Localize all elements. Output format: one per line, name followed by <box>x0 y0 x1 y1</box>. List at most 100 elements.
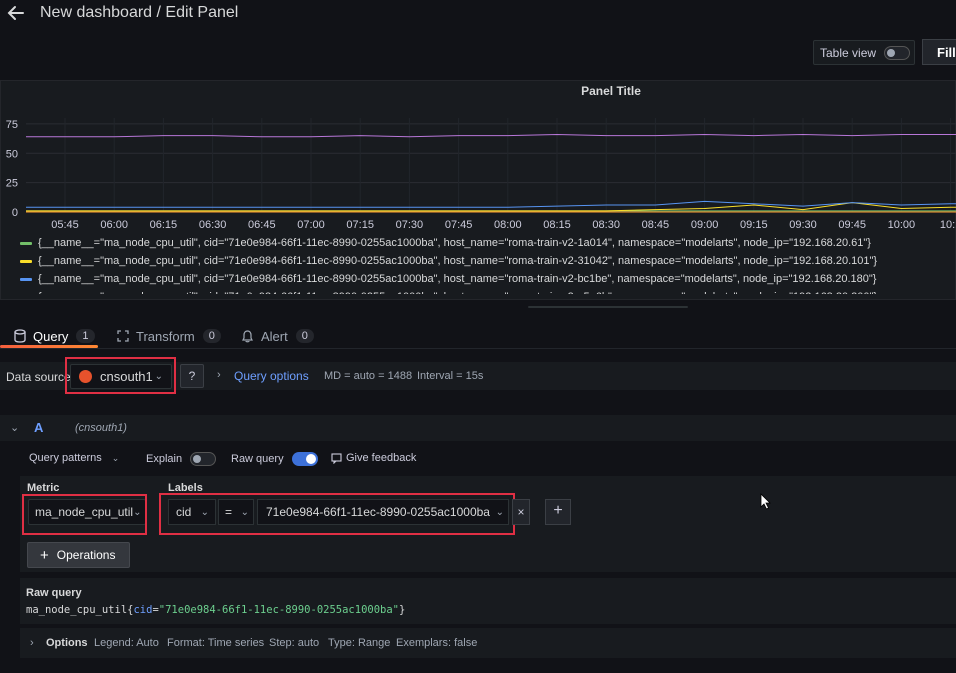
legend-label: {__name__="ma_node_cpu_util", cid="71e0e… <box>38 273 877 285</box>
x-tick-label: 06:00 <box>100 219 128 231</box>
legend-swatch <box>20 259 32 263</box>
x-tick-label: 08:45 <box>642 219 670 231</box>
time-series-chart[interactable]: 0 25 50 75 05:45 06:00 06:15 06:30 06:45 07:00 07:… <box>0 100 956 232</box>
legend-label: {__name__="ma_node_cpu_util", cid="71e0e… <box>38 255 878 267</box>
options-legend: Legend: Auto <box>94 637 159 649</box>
x-tick-label: 07:45 <box>445 219 473 231</box>
query-ref-id[interactable]: A <box>34 420 43 435</box>
highlight-datasource <box>65 357 176 394</box>
y-tick-label: 75 <box>6 119 18 131</box>
table-view-label: Table view <box>820 45 877 60</box>
legend-label: {__name__="ma_node_cpu_util", cid="71e0e… <box>38 237 871 249</box>
x-tick-label: 08:30 <box>592 219 620 231</box>
raw-query-panel <box>20 578 956 624</box>
query-options-md: MD = auto = 1488 <box>324 370 413 382</box>
options-type: Type: Range <box>328 637 391 649</box>
metric-label: Metric <box>27 482 60 494</box>
x-tick-label: 07:30 <box>396 219 424 231</box>
explain-switch[interactable] <box>190 452 217 466</box>
give-feedback-label: Give feedback <box>346 452 417 464</box>
comment-icon <box>331 452 342 464</box>
legend-swatch <box>20 241 32 245</box>
query-options-link[interactable]: Query options <box>234 369 309 383</box>
operations-label: Operations <box>56 548 116 562</box>
y-tick-label: 25 <box>6 178 18 190</box>
query-options-interval: Interval = 15s <box>417 370 484 382</box>
y-tick-label: 0 <box>12 207 18 219</box>
query-patterns-dropdown[interactable]: Query patterns ⌄ <box>29 452 119 464</box>
x-tick-label: 10:1 <box>940 219 956 231</box>
series-line <box>26 133 956 138</box>
table-view-toggle[interactable]: Table view <box>813 40 915 65</box>
query-options-row[interactable] <box>20 628 956 658</box>
tab-alert-count: 0 <box>295 329 314 343</box>
collapse-chevron-icon[interactable]: ⌄ <box>10 421 19 434</box>
chevron-right-icon[interactable]: › <box>217 369 221 381</box>
query-patterns-label: Query patterns <box>29 452 102 464</box>
tab-transform-count: 0 <box>202 329 221 343</box>
raw-query-toggle[interactable]: Raw query <box>231 452 318 466</box>
raw-query-label: Raw query <box>231 453 284 465</box>
legend-item[interactable]: {__name__="ma_node_cpu_util", cid="71e0e… <box>20 270 950 288</box>
plus-icon: + <box>40 546 49 564</box>
raw-close-brace: } <box>399 604 406 616</box>
back-arrow-icon[interactable] <box>6 3 26 23</box>
highlight-labels <box>159 493 515 535</box>
options-chevron-icon[interactable]: › <box>30 637 34 649</box>
highlight-metric <box>22 494 147 535</box>
query-datasource-name: (cnsouth1) <box>75 422 127 434</box>
remove-label-button[interactable]: × <box>512 499 530 525</box>
options-exemplars: Exemplars: false <box>396 637 478 649</box>
datasource-help-button[interactable]: ? <box>180 364 204 388</box>
add-label-button[interactable]: + <box>545 499 571 525</box>
datasource-label: Data source <box>6 370 71 384</box>
chart-legend: {__name__="ma_node_cpu_util", cid="71e0e… <box>20 234 950 294</box>
tabs-divider <box>0 348 956 349</box>
x-tick-label: 05:45 <box>51 219 79 231</box>
series-line <box>26 202 956 212</box>
options-step: Step: auto <box>269 637 320 649</box>
tab-query[interactable]: Query 1 <box>14 326 95 346</box>
bell-icon <box>242 329 253 342</box>
explain-label: Explain <box>146 453 183 465</box>
tab-transform[interactable]: Transform 0 <box>117 326 221 346</box>
y-tick-label: 50 <box>6 148 18 160</box>
active-tab-indicator <box>0 345 98 348</box>
x-tick-label: 07:00 <box>297 219 325 231</box>
page-title: New dashboard / Edit Panel <box>40 4 239 21</box>
tab-query-label: Query <box>33 328 69 344</box>
query-header <box>0 415 956 441</box>
legend-item[interactable]: {__name__="ma_node_cpu_util", cid="71e0e… <box>20 234 950 252</box>
raw-value: "71e0e984-66f1-11ec-8990-0255ac1000ba" <box>158 604 399 616</box>
x-tick-label: 10:00 <box>888 219 916 231</box>
x-tick-label: 08:15 <box>543 219 571 231</box>
x-tick-label: 06:15 <box>150 219 178 231</box>
options-label[interactable]: Options <box>46 637 88 649</box>
transform-icon <box>117 330 129 342</box>
raw-query-title: Raw query <box>26 587 82 599</box>
table-view-switch[interactable] <box>884 45 911 60</box>
legend-item[interactable]: {__name__="ma_node_cpu_util", cid="71e0e… <box>20 288 950 294</box>
x-tick-label: 06:30 <box>199 219 227 231</box>
tab-transform-label: Transform <box>136 328 195 344</box>
legend-swatch <box>20 277 32 281</box>
panel-title[interactable]: Panel Title <box>0 84 956 98</box>
give-feedback-link[interactable]: Give feedback <box>331 452 416 464</box>
x-tick-label: 09:15 <box>740 219 768 231</box>
x-tick-label: 06:45 <box>248 219 276 231</box>
x-tick-label: 09:30 <box>789 219 817 231</box>
add-operations-button[interactable]: + Operations <box>27 542 130 568</box>
series-line <box>26 200 956 208</box>
fill-button[interactable]: Fill <box>922 39 956 65</box>
pane-resize-handle[interactable] <box>528 306 688 308</box>
x-tick-label: 07:15 <box>346 219 374 231</box>
explain-toggle[interactable]: Explain <box>146 452 217 466</box>
raw-query-switch[interactable] <box>291 452 318 466</box>
chevron-down-icon: ⌄ <box>111 452 120 463</box>
tab-alert[interactable]: Alert 0 <box>242 326 314 346</box>
legend-item[interactable]: {__name__="ma_node_cpu_util", cid="71e0e… <box>20 252 950 270</box>
mouse-cursor-icon <box>760 493 771 510</box>
raw-key: cid <box>133 604 153 616</box>
raw-metric: ma_node_cpu_util <box>26 604 128 616</box>
options-format: Format: Time series <box>167 637 265 649</box>
